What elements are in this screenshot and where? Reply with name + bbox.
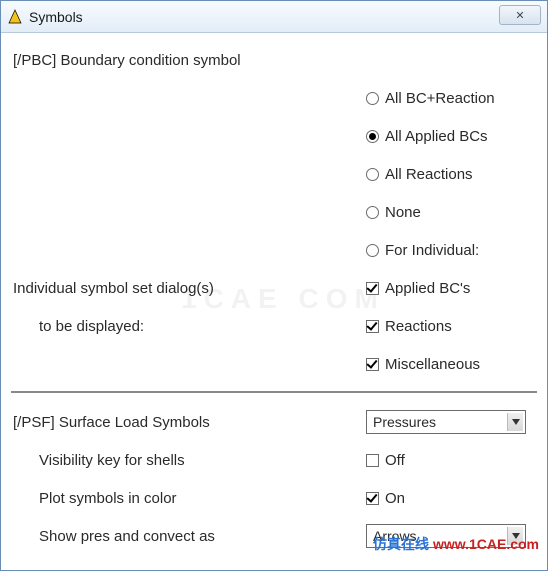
surface-load-select[interactable]: Pressures bbox=[366, 410, 526, 434]
radio-for-individual-label: For Individual: bbox=[385, 242, 479, 259]
radio-all-bc-reaction[interactable] bbox=[366, 92, 379, 105]
individual-dialog-label-2: to be displayed: bbox=[11, 318, 366, 335]
section-divider bbox=[11, 391, 537, 393]
check-applied-bcs-label: Applied BC's bbox=[385, 280, 470, 297]
check-plot-color[interactable] bbox=[366, 492, 379, 505]
check-reactions[interactable] bbox=[366, 320, 379, 333]
close-button[interactable]: ✕ bbox=[499, 5, 541, 25]
visibility-label: Visibility key for shells bbox=[11, 452, 366, 469]
radio-all-bc-reaction-label: All BC+Reaction bbox=[385, 90, 495, 107]
radio-all-applied-bcs-label: All Applied BCs bbox=[385, 128, 488, 145]
radio-none[interactable] bbox=[366, 206, 379, 219]
radio-all-applied-bcs[interactable] bbox=[366, 130, 379, 143]
titlebar: Symbols ✕ bbox=[1, 1, 547, 33]
watermark-text-zh: 仿真在线 bbox=[373, 536, 429, 552]
radio-for-individual[interactable] bbox=[366, 244, 379, 257]
section-pbc-heading: [/PBC] Boundary condition symbol bbox=[11, 52, 366, 69]
dialog-content: 1CAE COM [/PBC] Boundary condition symbo… bbox=[1, 33, 547, 570]
app-icon bbox=[7, 9, 23, 25]
close-icon: ✕ bbox=[515, 9, 524, 22]
page-watermark: 仿真在线 www.1CAE.com bbox=[373, 534, 539, 554]
radio-all-reactions[interactable] bbox=[366, 168, 379, 181]
window-title: Symbols bbox=[29, 9, 83, 25]
symbols-dialog: Symbols ✕ 1CAE COM [/PBC] Boundary condi… bbox=[0, 0, 548, 571]
check-miscellaneous[interactable] bbox=[366, 358, 379, 371]
check-plot-color-label: On bbox=[385, 490, 405, 507]
section-psf-heading: [/PSF] Surface Load Symbols bbox=[11, 414, 366, 431]
show-pres-label: Show pres and convect as bbox=[11, 528, 366, 545]
surface-load-select-value: Pressures bbox=[373, 414, 436, 430]
individual-dialog-label-1: Individual symbol set dialog(s) bbox=[11, 280, 366, 297]
radio-none-label: None bbox=[385, 204, 421, 221]
check-miscellaneous-label: Miscellaneous bbox=[385, 356, 480, 373]
check-applied-bcs[interactable] bbox=[366, 282, 379, 295]
radio-all-reactions-label: All Reactions bbox=[385, 166, 473, 183]
check-visibility-shells-label: Off bbox=[385, 452, 405, 469]
plot-color-label: Plot symbols in color bbox=[11, 490, 366, 507]
chevron-down-icon bbox=[507, 413, 523, 431]
watermark-url: www.1CAE.com bbox=[433, 536, 539, 552]
check-visibility-shells[interactable] bbox=[366, 454, 379, 467]
check-reactions-label: Reactions bbox=[385, 318, 452, 335]
